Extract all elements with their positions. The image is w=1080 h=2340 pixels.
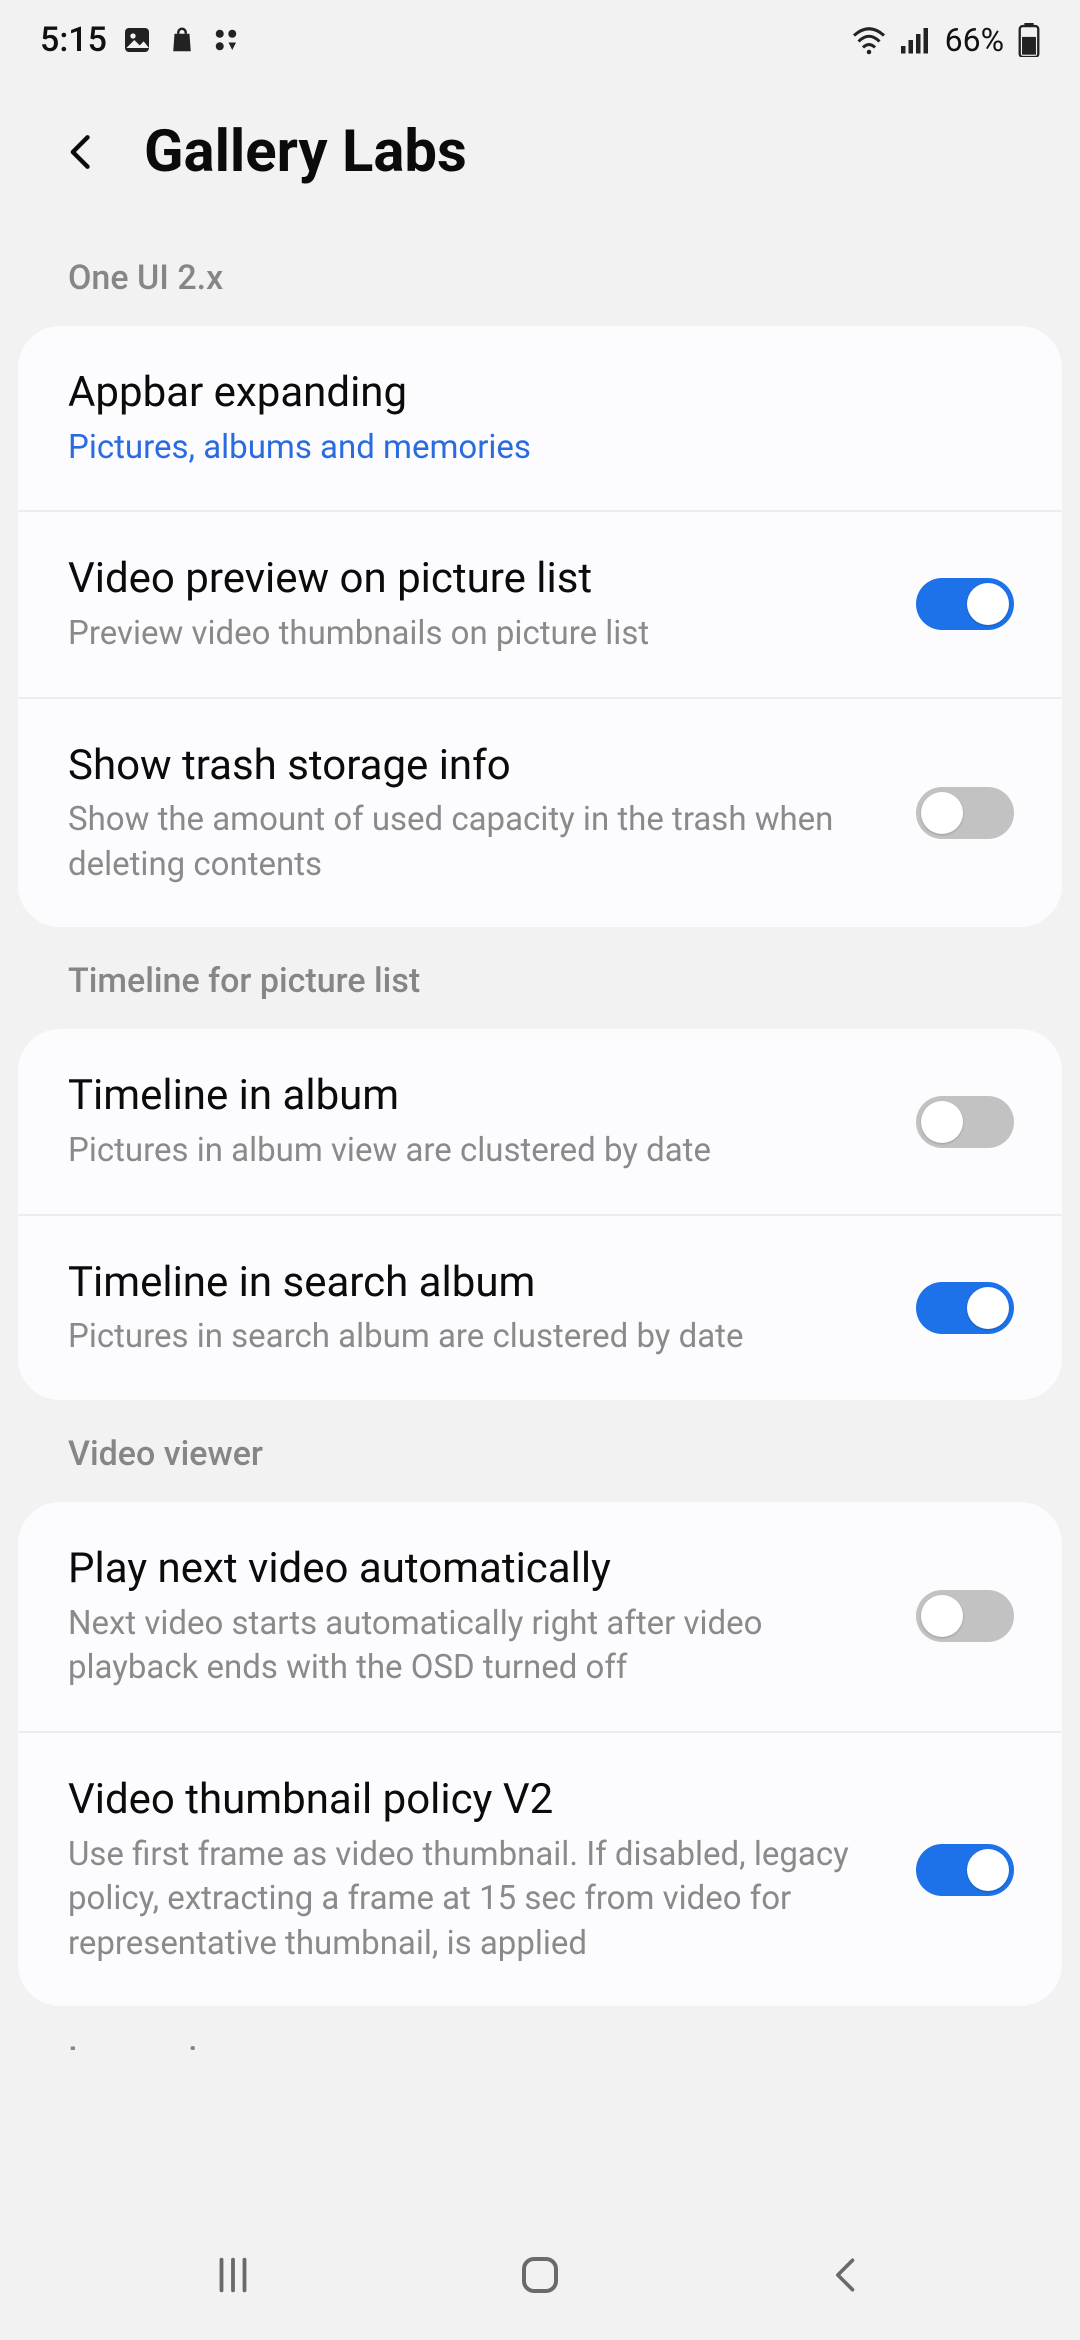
section-label: Image viewer [18,2006,1062,2050]
setting-row-trash-info[interactable]: Show trash storage info Show the amount … [18,697,1062,928]
status-right: 66% [851,21,1040,59]
settings-card: Timeline in album Pictures in album view… [18,1029,1062,1400]
toggle-trash-info[interactable] [916,787,1014,839]
row-text: Video preview on picture list Preview vi… [68,552,886,656]
toggle-timeline-album[interactable] [916,1096,1014,1148]
section-label: Timeline for picture list [18,927,1062,1029]
row-subtitle: Pictures in search album are clustered b… [68,1315,886,1360]
section-label: Video viewer [18,1400,1062,1502]
wifi-icon [851,25,887,55]
content: One UI 2.x Appbar expanding Pictures, al… [0,224,1080,2050]
row-subtitle: Use first frame as video thumbnail. If d… [68,1833,886,1967]
status-time: 5:15 [40,20,107,60]
shopping-bag-icon [167,25,197,55]
settings-card: Appbar expanding Pictures, albums and me… [18,326,1062,927]
row-title: Appbar expanding [68,366,1014,420]
row-title: Timeline in album [68,1069,886,1123]
nav-recents[interactable] [203,2245,263,2305]
row-title: Video preview on picture list [68,552,886,606]
toggle-timeline-search[interactable] [916,1282,1014,1334]
row-text: Appbar expanding Pictures, albums and me… [68,366,1014,470]
row-text: Play next video automatically Next video… [68,1542,886,1691]
setting-row-timeline-album[interactable]: Timeline in album Pictures in album view… [18,1029,1062,1213]
battery-percent: 66% [945,21,1004,59]
status-left: 5:15 [40,20,241,60]
battery-icon [1018,23,1040,57]
page-title: Gallery Labs [144,118,467,186]
row-title: Video thumbnail policy V2 [68,1773,886,1827]
picture-icon [121,24,153,56]
row-subtitle: Pictures in album view are clustered by … [68,1129,886,1174]
row-title: Play next video automatically [68,1542,886,1596]
row-text: Timeline in album Pictures in album view… [68,1069,886,1173]
setting-row-appbar-expanding[interactable]: Appbar expanding Pictures, albums and me… [18,326,1062,510]
row-text: Video thumbnail policy V2 Use first fram… [68,1773,886,1966]
app-header: Gallery Labs [0,80,1080,224]
toggle-thumbnail-policy[interactable] [916,1844,1014,1896]
nav-bar [0,2210,1080,2340]
setting-row-timeline-search[interactable]: Timeline in search album Pictures in sea… [18,1214,1062,1400]
setting-row-video-preview[interactable]: Video preview on picture list Preview vi… [18,510,1062,696]
row-subtitle: Preview video thumbnails on picture list [68,612,886,657]
toggle-video-preview[interactable] [916,578,1014,630]
row-text: Show trash storage info Show the amount … [68,739,886,888]
toggle-play-next[interactable] [916,1590,1014,1642]
nav-back[interactable] [817,2245,877,2305]
row-subtitle: Show the amount of used capacity in the … [68,798,886,887]
nav-home[interactable] [510,2245,570,2305]
setting-row-play-next[interactable]: Play next video automatically Next video… [18,1502,1062,1731]
status-bar: 5:15 66% [0,0,1080,80]
row-subtitle: Pictures, albums and memories [68,426,1014,471]
back-icon[interactable] [60,130,104,174]
setting-row-thumbnail-policy[interactable]: Video thumbnail policy V2 Use first fram… [18,1731,1062,2006]
row-title: Show trash storage info [68,739,886,793]
row-subtitle: Next video starts automatically right af… [68,1602,886,1691]
row-text: Timeline in search album Pictures in sea… [68,1256,886,1360]
section-label: One UI 2.x [18,224,1062,326]
dots-icon [211,25,241,55]
signal-icon [901,26,931,54]
row-title: Timeline in search album [68,1256,886,1310]
settings-card: Play next video automatically Next video… [18,1502,1062,2006]
